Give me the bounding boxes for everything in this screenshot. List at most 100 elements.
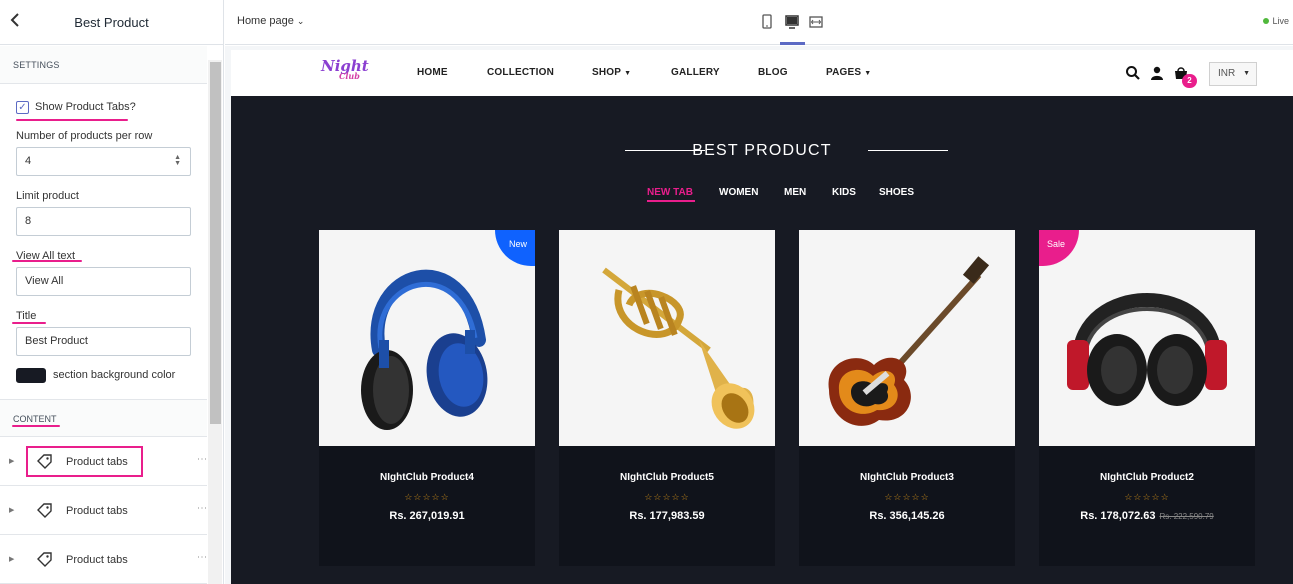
headphones-blue-image	[361, 269, 488, 430]
expand-caret-icon[interactable]: ▶	[9, 506, 14, 514]
electric-guitar-image	[828, 256, 990, 426]
product-name[interactable]: NIghtClub Product3	[799, 472, 1015, 483]
product-name[interactable]: NIghtClub Product2	[1039, 472, 1255, 483]
rating-stars: ☆☆☆☆☆	[404, 492, 450, 502]
sale-price: Rs. 178,072.63	[1080, 510, 1156, 522]
block-label: Product tabs	[66, 505, 128, 517]
editor-sidebar: Best Product SETTINGS ✓ Show Product Tab…	[0, 0, 224, 584]
title-input[interactable]: Best Product	[16, 327, 191, 356]
compare-at-price: Rs. 222,590.79	[1159, 512, 1214, 521]
scrollbar-thumb[interactable]	[210, 62, 221, 424]
page-selector-label: Home page	[237, 15, 294, 27]
product-price: Rs. 267,019.91	[389, 510, 465, 522]
product-price: Rs. 356,145.26	[869, 510, 945, 522]
product-card[interactable]: New NIghtClub Product4 ☆☆☆☆☆ Rs. 267,019…	[319, 230, 535, 566]
best-product-section: BEST PRODUCT NEW TAB WOMEN MEN KIDS SHOE…	[231, 96, 1293, 584]
live-status-label: Live	[1272, 16, 1289, 26]
annotation-underline	[12, 260, 82, 262]
product-card[interactable]: NIghtClub Product5 ☆☆☆☆☆ Rs. 177,983.59	[559, 230, 775, 566]
theme-editor: Best Product SETTINGS ✓ Show Product Tab…	[0, 0, 1293, 584]
settings-heading-label: SETTINGS	[13, 60, 60, 70]
trumpet-image	[602, 267, 755, 429]
product-card[interactable]: Sale NIghtClub Product2 ☆☆☆☆☆ Rs. 178,07…	[1039, 230, 1255, 566]
section-title: BEST PRODUCT	[692, 142, 832, 159]
nav-collection[interactable]: COLLECTION	[487, 67, 554, 78]
nav-blog[interactable]: BLOG	[758, 67, 788, 78]
active-device-indicator	[780, 42, 805, 45]
show-tabs-checkbox[interactable]: ✓	[16, 101, 29, 114]
drag-handle-icon[interactable]: ⋮	[196, 454, 207, 463]
status-dot-icon	[1263, 18, 1270, 24]
editor-topbar: Home page ⌄ Live	[225, 0, 1293, 45]
tab-kids[interactable]: KIDS	[832, 187, 856, 198]
headphones-red-image	[1067, 293, 1227, 406]
nav-gallery[interactable]: GALLERY	[671, 67, 720, 78]
drag-handle-icon[interactable]: ⋮	[196, 503, 207, 512]
title-label: Title	[16, 310, 37, 322]
store-logo[interactable]: Night Club	[321, 57, 369, 81]
user-icon[interactable]	[1149, 65, 1165, 81]
nav-shop[interactable]: SHOP ▼	[592, 67, 631, 78]
desktop-icon[interactable]	[784, 14, 800, 30]
title-line-right	[868, 150, 948, 151]
tab-shoes[interactable]: SHOES	[879, 187, 914, 198]
rating-stars: ☆☆☆☆☆	[884, 492, 930, 502]
annotation-underline	[12, 322, 46, 324]
view-all-input[interactable]: View All	[16, 267, 191, 296]
tab-men[interactable]: MEN	[784, 187, 806, 198]
tag-icon	[36, 502, 54, 520]
expand-caret-icon[interactable]: ▶	[9, 457, 14, 465]
product-name[interactable]: NIghtClub Product4	[319, 472, 535, 483]
per-row-label: Number of products per row	[16, 130, 153, 142]
settings-panel: SETTINGS ✓ Show Product Tabs? Number of …	[0, 46, 207, 584]
limit-input[interactable]: 8	[16, 207, 191, 236]
sidebar-title: Best Product	[74, 15, 149, 30]
tab-new[interactable]: NEW TAB	[647, 187, 693, 198]
bg-color-swatch[interactable]	[16, 368, 46, 383]
annotation-underline	[12, 425, 60, 427]
product-image[interactable]	[559, 230, 775, 446]
annotation-highlight-box	[26, 446, 143, 477]
drag-handle-icon[interactable]: ⋮	[196, 552, 207, 561]
tag-icon	[36, 551, 54, 569]
live-status: Live	[1263, 16, 1289, 26]
product-card[interactable]: NIghtClub Product3 ☆☆☆☆☆ Rs. 356,145.26	[799, 230, 1015, 566]
expand-caret-icon[interactable]: ▶	[9, 555, 14, 563]
per-row-select[interactable]: 4 ▲ ▼	[16, 147, 191, 176]
mobile-icon[interactable]	[760, 14, 776, 30]
device-switcher	[760, 14, 830, 32]
block-product-tabs[interactable]: ▶ Product tabs ⋮	[0, 487, 207, 535]
cart-count-badge: 2	[1182, 74, 1197, 88]
content-heading-label: CONTENT	[13, 414, 57, 424]
bg-color-label: section background color	[53, 369, 176, 381]
nav-home[interactable]: HOME	[417, 67, 448, 78]
product-price: Rs. 178,072.63 Rs. 222,590.79	[1039, 510, 1255, 522]
fullwidth-icon[interactable]	[808, 14, 824, 30]
product-name[interactable]: NIghtClub Product5	[559, 472, 775, 483]
product-image[interactable]: New	[319, 230, 535, 446]
product-price: Rs. 177,983.59	[629, 510, 705, 522]
show-tabs-label: Show Product Tabs?	[35, 101, 136, 113]
rating-stars: ☆☆☆☆☆	[1124, 492, 1170, 502]
annotation-underline	[16, 119, 128, 121]
caret-down-icon: ▼	[624, 70, 632, 77]
currency-select[interactable]: INR ▼	[1209, 62, 1257, 86]
rating-stars: ☆☆☆☆☆	[644, 492, 690, 502]
product-image[interactable]: Sale	[1039, 230, 1255, 446]
page-selector[interactable]: Home page ⌄	[237, 15, 304, 27]
search-icon[interactable]	[1125, 65, 1141, 81]
limit-label: Limit product	[16, 190, 79, 202]
product-image[interactable]	[799, 230, 1015, 446]
tab-women[interactable]: WOMEN	[719, 187, 758, 198]
caret-down-icon: ▼	[1243, 70, 1250, 77]
chevron-down-icon: ⌄	[296, 16, 305, 26]
block-product-tabs[interactable]: ▶ Product tabs ⋮	[0, 536, 207, 584]
settings-heading: SETTINGS	[0, 46, 207, 84]
sidebar-scrollbar[interactable]	[208, 60, 222, 584]
store-preview-frame: Night Club HOME COLLECTION SHOP ▼ GALLERY…	[231, 50, 1293, 584]
nav-pages-label: PAGES	[826, 67, 862, 78]
currency-value: INR	[1218, 68, 1236, 79]
sidebar-header: Best Product	[0, 0, 223, 45]
nav-pages[interactable]: PAGES ▼	[826, 67, 871, 78]
caret-down-icon: ▼	[864, 70, 872, 77]
